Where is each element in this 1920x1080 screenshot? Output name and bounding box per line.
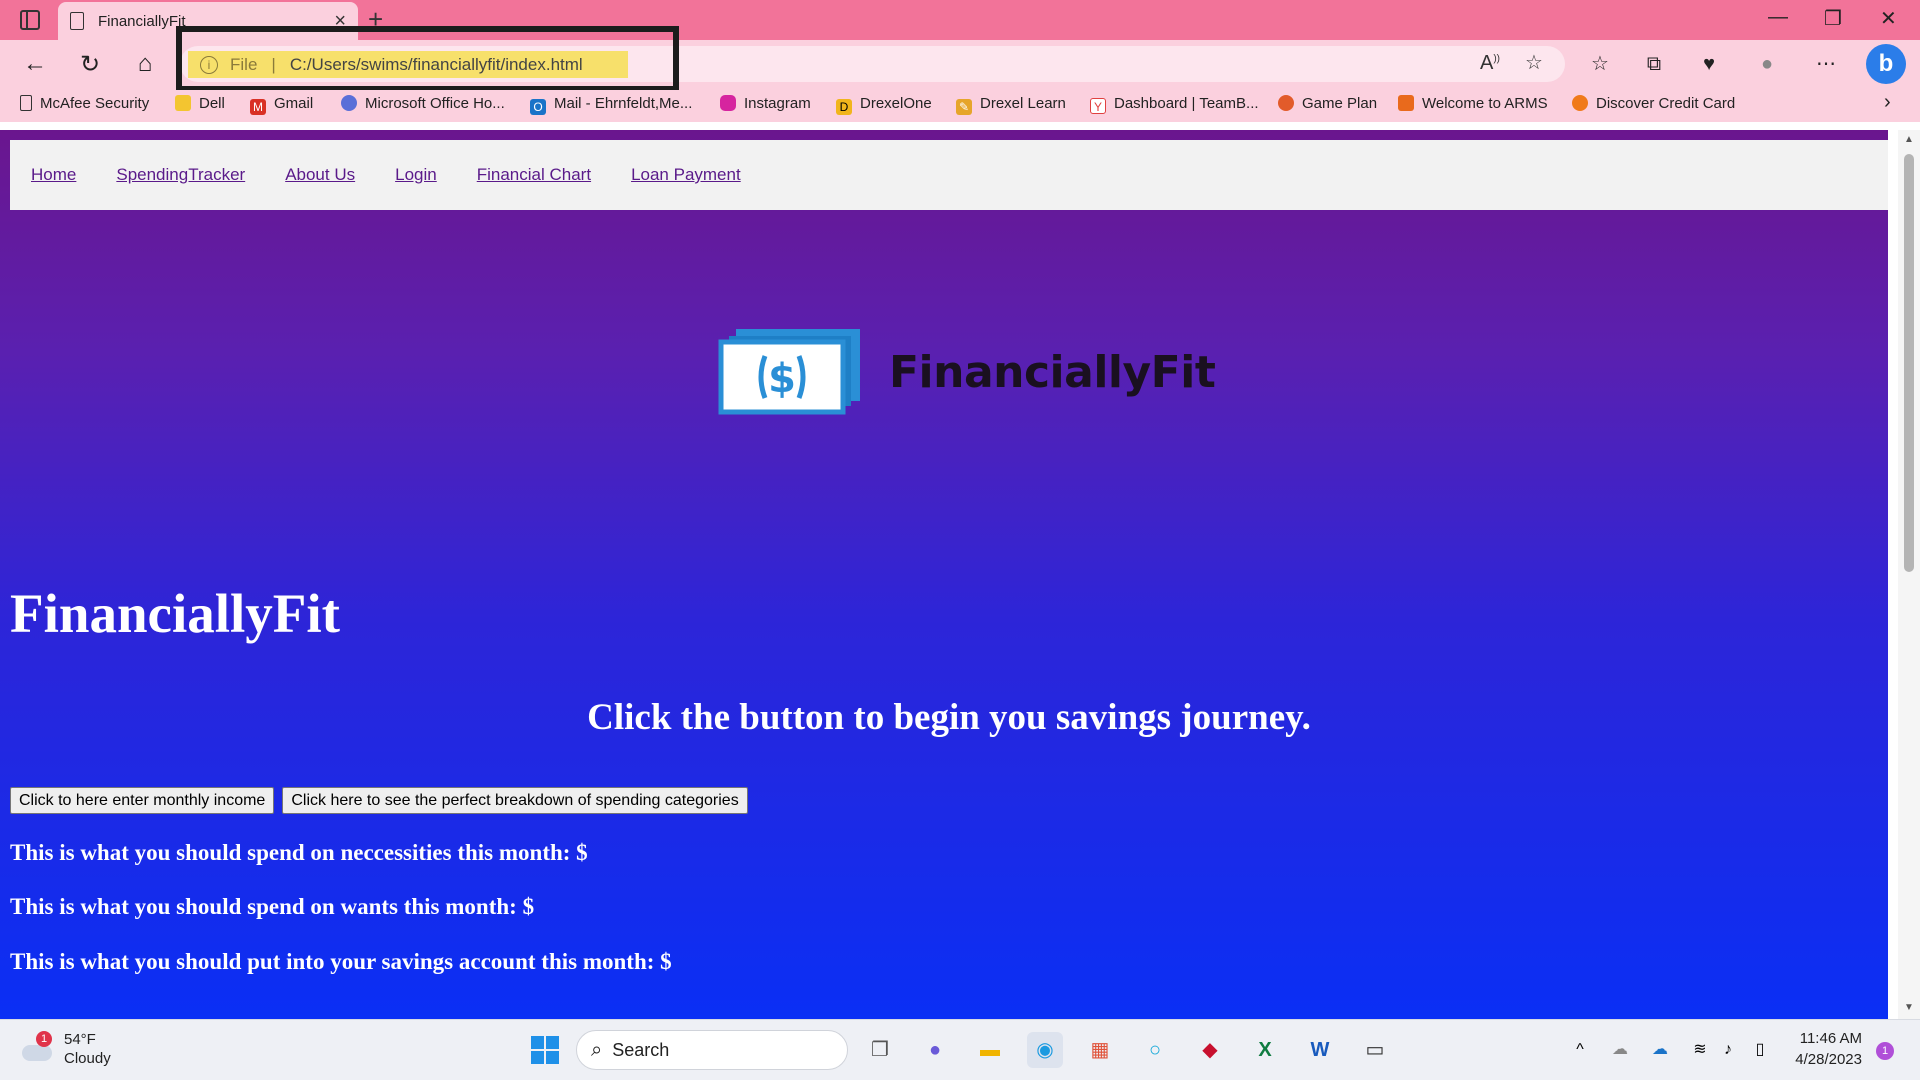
scroll-up-icon[interactable]: ▲	[1904, 134, 1914, 145]
add-favorite-icon[interactable]: ☆	[1525, 50, 1543, 75]
action-buttons: Click to here enter monthly income Click…	[10, 787, 748, 814]
page-viewport: Home SpendingTracker About Us Login Fina…	[0, 122, 1920, 1019]
savings-result: This is what you should put into your sa…	[10, 949, 672, 974]
pencil-icon: ✎	[956, 99, 972, 115]
page-icon	[70, 12, 84, 30]
wants-result: This is what you should spend on wants t…	[10, 894, 535, 919]
enter-income-button[interactable]: Click to here enter monthly income	[10, 787, 275, 814]
notification-badge[interactable]: 1	[1876, 1042, 1894, 1060]
page-title: FinanciallyFit	[10, 583, 340, 644]
nav-link-home[interactable]: Home	[31, 165, 76, 185]
scroll-down-icon[interactable]: ▼	[1904, 1002, 1914, 1013]
necessities-result: This is what you should spend on neccess…	[10, 840, 588, 865]
excel-icon[interactable]: X	[1247, 1032, 1283, 1068]
battery-icon[interactable]: ▯	[1742, 1032, 1778, 1068]
site-navbar: Home SpendingTracker About Us Login Fina…	[10, 140, 1888, 210]
money-stack-icon: $	[718, 329, 860, 415]
bookmark-dell[interactable]: Dell	[175, 95, 225, 112]
page-scrollbar[interactable]: ▲ ▼	[1898, 130, 1920, 1019]
bookmark-gmail[interactable]: M Gmail	[250, 95, 313, 115]
scrollbar-thumb[interactable]	[1904, 154, 1914, 572]
minimize-button[interactable]: —	[1768, 6, 1788, 29]
nav-link-about-us[interactable]: About Us	[285, 165, 355, 185]
temperature: 54°F	[64, 1031, 96, 1048]
bookmark-arms[interactable]: Welcome to ARMS	[1398, 95, 1548, 112]
bookmark-game-plan[interactable]: Game Plan	[1278, 95, 1377, 112]
logo-dollar-sign: $	[768, 356, 796, 402]
bookmark-drexel-learn[interactable]: ✎ Drexel Learn	[956, 95, 1066, 115]
browser-essentials-icon[interactable]: ♥	[1691, 46, 1727, 82]
teamb-icon: Y	[1090, 98, 1106, 114]
spending-breakdown-button[interactable]: Click here to see the perfect breakdown …	[282, 787, 748, 814]
outlook-icon: O	[530, 99, 546, 115]
cloud-icon: 1	[20, 1031, 54, 1061]
url-annotation-box	[176, 26, 679, 92]
discover-icon	[1572, 95, 1588, 111]
gameplan-icon	[1278, 95, 1294, 111]
read-aloud-icon[interactable]: A))	[1480, 52, 1500, 75]
volume-icon[interactable]: ♪	[1710, 1032, 1746, 1068]
taskbar-search[interactable]: ⌕ Search	[576, 1030, 848, 1070]
start-icon[interactable]	[527, 1032, 563, 1068]
clock-date: 4/28/2023	[1795, 1051, 1862, 1068]
instagram-icon	[720, 95, 736, 111]
onedrive-icon[interactable]: ☁	[1642, 1032, 1678, 1068]
home-button[interactable]: ⌂	[130, 50, 160, 78]
favorites-icon[interactable]: ☆	[1582, 46, 1618, 82]
page-body: Home SpendingTracker About Us Login Fina…	[0, 130, 1888, 1019]
page-icon	[20, 95, 32, 111]
weather-badge: 1	[36, 1031, 52, 1047]
logo-text: FinanciallyFit	[889, 346, 1216, 398]
edge-icon[interactable]: ◉	[1027, 1032, 1063, 1068]
search-icon: ⌕	[591, 1038, 603, 1061]
taskbar-clock[interactable]: 11:46 AM 4/28/2023	[1795, 1028, 1862, 1070]
back-button[interactable]: ←	[20, 50, 50, 78]
close-window-button[interactable]: ✕	[1880, 6, 1897, 31]
bookmark-drexelone[interactable]: D DrexelOne	[836, 95, 932, 115]
folder-icon	[175, 95, 191, 111]
office-icon	[341, 95, 357, 111]
bookmarks-more-icon[interactable]: ›	[1884, 91, 1891, 114]
profile-avatar-icon[interactable]: ●	[1749, 46, 1785, 82]
onedrive-error-icon[interactable]: ☁	[1602, 1032, 1638, 1068]
mcafee-icon[interactable]: ◆	[1192, 1032, 1228, 1068]
nav-link-spending-tracker[interactable]: SpendingTracker	[116, 165, 245, 185]
collections-icon[interactable]: ⧉	[1636, 46, 1672, 82]
bookmark-teamb[interactable]: Y Dashboard | TeamB...	[1090, 95, 1259, 114]
file-explorer-icon[interactable]: ▬	[972, 1032, 1008, 1068]
page-subtitle: Click the button to begin you savings jo…	[587, 697, 1311, 738]
bookmarks-bar: McAfee Security Dell M Gmail Microsoft Of…	[0, 90, 1920, 122]
clock-time: 11:46 AM	[1799, 1030, 1862, 1047]
tray-overflow-icon[interactable]: ^	[1562, 1032, 1598, 1068]
store-icon[interactable]: ▦	[1082, 1032, 1118, 1068]
gmail-icon: M	[250, 99, 266, 115]
tab-actions-icon[interactable]	[20, 10, 40, 30]
bookmark-instagram[interactable]: Instagram	[720, 95, 811, 112]
arms-icon	[1398, 95, 1414, 111]
bookmark-mail[interactable]: O Mail - Ehrnfeldt,Me...	[530, 95, 692, 115]
windows-taskbar: 1 54°F Cloudy ⌕ Search ❐ ● ▬ ◉ ▦ ○ ◆ X W…	[0, 1019, 1920, 1080]
search-label: Search	[612, 1039, 670, 1060]
restore-button[interactable]: ❐	[1824, 6, 1842, 31]
alexa-icon[interactable]: ○	[1137, 1032, 1173, 1068]
terminal-icon[interactable]: ▭	[1357, 1032, 1393, 1068]
nav-link-login[interactable]: Login	[395, 165, 437, 185]
bookmark-office[interactable]: Microsoft Office Ho...	[341, 95, 505, 112]
bookmark-discover[interactable]: Discover Credit Card	[1572, 95, 1735, 112]
chat-icon[interactable]: ●	[917, 1032, 953, 1068]
reload-button[interactable]: ↻	[75, 50, 105, 79]
bing-chat-icon[interactable]: b	[1866, 44, 1906, 84]
nav-link-loan-payment[interactable]: Loan Payment	[631, 165, 741, 185]
nav-link-financial-chart[interactable]: Financial Chart	[477, 165, 591, 185]
weather-widget[interactable]: 1 54°F Cloudy	[20, 1030, 111, 1068]
site-logo: $ FinanciallyFit	[717, 328, 1216, 416]
bookmark-mcafee[interactable]: McAfee Security	[20, 95, 149, 112]
word-icon[interactable]: W	[1302, 1032, 1338, 1068]
weather-condition: Cloudy	[64, 1050, 111, 1067]
settings-more-icon[interactable]: ⋯	[1808, 46, 1844, 82]
drexel-icon: D	[836, 99, 852, 115]
task-view-icon[interactable]: ❐	[862, 1032, 898, 1068]
